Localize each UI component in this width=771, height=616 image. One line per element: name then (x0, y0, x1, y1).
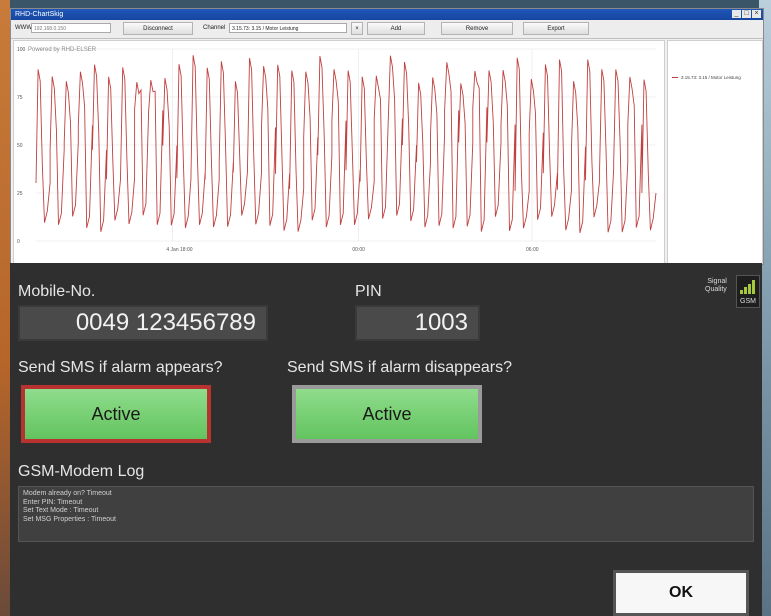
window-titlebar: RHD-ChartSkig _ □ × (11, 9, 763, 20)
alarm-disappear-toggle-button[interactable]: Active (292, 385, 482, 443)
signal-label-line1: Signal (707, 278, 727, 285)
address-field[interactable]: 192.168.0.150 (31, 23, 111, 33)
x-tick-labels: 4 Jan 18:00 00:00 06:00 (166, 247, 538, 253)
legend-swatch (672, 77, 678, 79)
x-tick-label: 4 Jan 18:00 (166, 247, 192, 253)
close-icon[interactable]: × (752, 10, 761, 18)
ok-button[interactable]: OK (613, 570, 749, 616)
export-button[interactable]: Export (523, 22, 589, 35)
toolbar: WWW: 192.168.0.150 Disconnect Channel 3.… (11, 20, 763, 39)
y-tick-label: 100 (17, 47, 26, 53)
chart-window: RHD-ChartSkig _ □ × WWW: 192.168.0.150 D… (10, 8, 764, 265)
y-tick-labels: 100 75 50 25 0 (17, 47, 26, 245)
log-line: Modem already on? Timeout (23, 490, 112, 497)
channel-dropdown-icon[interactable]: × (351, 22, 363, 35)
pin-field[interactable]: 1003 (355, 305, 480, 341)
send-sms-appear-label: Send SMS if alarm appears? (18, 359, 223, 376)
gsm-signal-indicator: GSM (736, 275, 760, 308)
channel-label: Channel (203, 25, 226, 31)
disconnect-button[interactable]: Disconnect (123, 22, 193, 35)
gsm-label: GSM (740, 298, 756, 305)
log-line: Set Text Mode : Timeout (23, 507, 99, 514)
y-tick-label: 75 (17, 95, 23, 101)
y-tick-label: 0 (17, 239, 20, 245)
legend-entry: 3.15.73: 3.15 / Motor Leistung (672, 75, 741, 80)
signal-label-line2: Quality (705, 286, 727, 293)
x-tick-label: 06:00 (526, 247, 539, 253)
legend-entry-label: 3.15.73: 3.15 / Motor Leistung (681, 75, 741, 80)
window-title: RHD-ChartSkig (15, 11, 64, 18)
maximize-icon[interactable]: □ (742, 10, 751, 18)
signal-quality-label: Signal Quality (705, 278, 727, 294)
chart-watermark: Powered by RHD-ELSER (28, 47, 97, 53)
mobile-number-field[interactable]: 0049 123456789 (18, 305, 268, 341)
gsm-modem-log[interactable]: Modem already on? Timeout Enter PIN: Tim… (18, 486, 754, 542)
add-button[interactable]: Add (367, 22, 425, 35)
log-line: Enter PIN: Timeout (23, 498, 83, 506)
y-tick-label: 25 (17, 191, 23, 197)
send-sms-disappear-label: Send SMS if alarm disappears? (287, 359, 512, 376)
y-tick-label: 50 (17, 143, 23, 149)
sms-settings-panel: Mobile-No. 0049 123456789 PIN 1003 Signa… (10, 263, 762, 616)
signal-bars-icon (740, 280, 755, 294)
chart-plot-area[interactable]: 100 75 50 25 0 4 Jan 18:00 00:00 06:00 Powered… (13, 40, 665, 264)
minimize-icon[interactable]: _ (732, 10, 741, 18)
mobile-label: Mobile-No. (18, 283, 96, 300)
alarm-appear-toggle-button[interactable]: Active (21, 385, 211, 443)
background-left (0, 0, 10, 616)
series-line (35, 55, 657, 234)
chart-svg: 100 75 50 25 0 4 Jan 18:00 00:00 06:00 Powered… (17, 47, 657, 253)
chart-legend: 3.15.73: 3.15 / Motor Leistung (667, 40, 763, 264)
remove-button[interactable]: Remove (441, 22, 513, 35)
pin-label: PIN (355, 283, 382, 300)
x-tick-label: 00:00 (352, 247, 365, 253)
channel-select[interactable]: 3.15.73: 3.15 / Motor Leistung (229, 23, 347, 33)
log-line: Set MSG Properties : Timeout (23, 515, 116, 523)
gsm-log-title: GSM-Modem Log (18, 463, 145, 480)
